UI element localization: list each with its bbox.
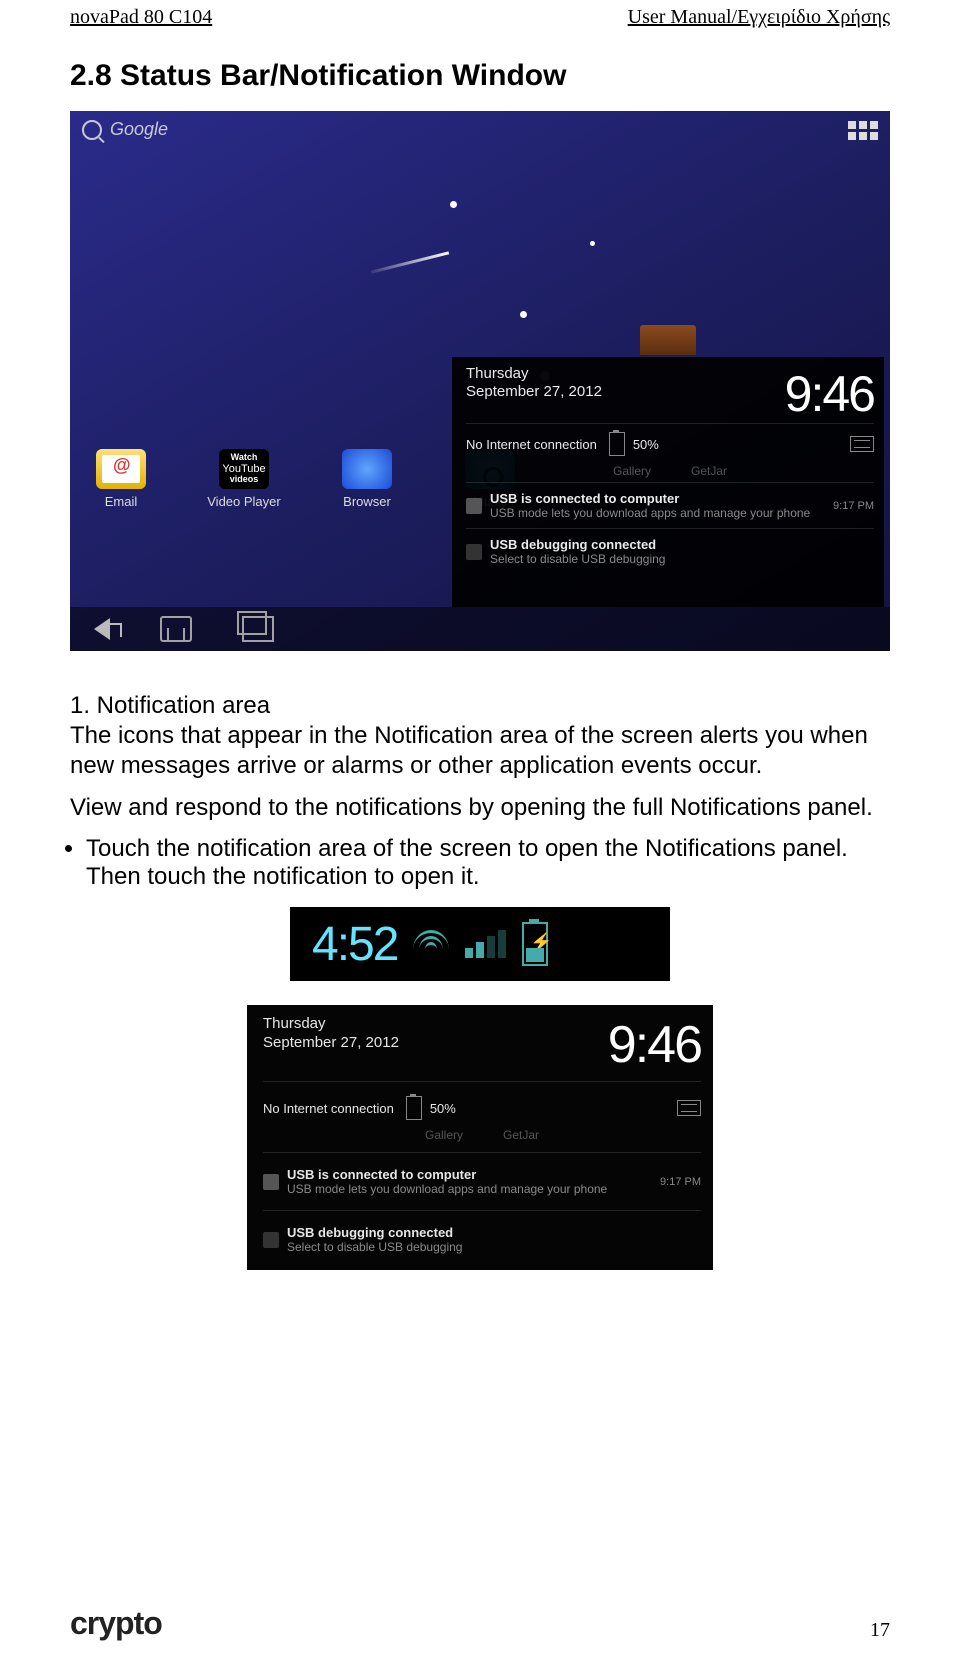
dock-browser[interactable]: Browser (328, 449, 406, 509)
panel3-clock: 9:46 (423, 1015, 701, 1075)
panel3-debug-title: USB debugging connected (287, 1225, 701, 1240)
search-bar[interactable]: Google (82, 119, 168, 140)
panel-row-debug[interactable]: USB debugging connected Select to disabl… (466, 528, 874, 574)
apps-grid-icon[interactable] (848, 121, 878, 140)
signal-icon (465, 930, 506, 958)
search-label: Google (110, 119, 168, 140)
panel3-row-connectivity[interactable]: No Internet connection 50% (263, 1088, 701, 1128)
para1-body: The icons that appear in the Notificatio… (70, 722, 868, 779)
panel3-usb-subtitle: USB mode lets you download apps and mana… (287, 1182, 652, 1196)
bullet-open-panel: Touch the notification area of the scree… (86, 835, 890, 891)
recent-apps-icon[interactable] (242, 616, 274, 642)
usb-icon (466, 498, 482, 514)
panel3-battery-pct: 50% (430, 1101, 456, 1116)
usb-icon (263, 1174, 279, 1190)
panel-row-connectivity[interactable]: No Internet connection 50% (466, 423, 874, 464)
brand-logo: crypto (70, 1605, 162, 1642)
panel3-usb-time: 9:17 PM (660, 1176, 701, 1188)
books-widget-icon (640, 325, 696, 355)
panel3-row-debug[interactable]: USB debugging connected Select to disabl… (263, 1217, 701, 1262)
usb-time: 9:17 PM (833, 500, 874, 512)
header-left: novaPad 80 C104 (70, 6, 212, 29)
statusbar-clock: 4:52 (312, 917, 397, 972)
panel3-debug-subtitle: Select to disable USB debugging (287, 1240, 701, 1254)
debug-subtitle: Select to disable USB debugging (490, 552, 874, 566)
usb-title: USB is connected to computer (490, 491, 825, 506)
section-title: 2.8 Status Bar/Notification Window (70, 59, 890, 93)
dock-label: Email (105, 494, 138, 509)
youtube-icon: Watch YouTube videos (219, 449, 269, 489)
panel-row-usb[interactable]: USB is connected to computer USB mode le… (466, 482, 874, 528)
debug-title: USB debugging connected (490, 537, 874, 552)
notification-panel[interactable]: Thursday September 27, 2012 9:46 No Inte… (452, 357, 884, 607)
header-right: User Manual/Εγχειρίδιο Χρήσης (628, 6, 890, 29)
screenshot-home-with-panel: Google Email Watch YouTube videos Video … (70, 111, 890, 651)
panel3-day: Thursday (263, 1015, 399, 1034)
screenshot-status-bar: 4:52 ⚡ (290, 907, 670, 981)
panel3-dock-ghost: Gallery GetJar (263, 1128, 701, 1146)
battery-icon (406, 1096, 422, 1120)
search-icon (82, 120, 102, 140)
dock-email[interactable]: Email (82, 449, 160, 509)
para1-label: 1. Notification area (70, 692, 270, 719)
email-icon (96, 449, 146, 489)
screenshot-notification-panel: Thursday September 27, 2012 9:46 No Inte… (247, 1005, 713, 1270)
settings-sliders-icon[interactable] (850, 436, 874, 452)
back-icon[interactable] (94, 618, 110, 640)
battery-pct: 50% (633, 437, 659, 452)
panel3-usb-title: USB is connected to computer (287, 1167, 652, 1182)
page-number: 17 (870, 1619, 890, 1642)
home-icon[interactable] (160, 616, 192, 642)
para2: View and respond to the notifications by… (70, 793, 890, 823)
page-header: novaPad 80 C104 User Manual/Εγχειρίδιο Χ… (0, 0, 960, 29)
usb-subtitle: USB mode lets you download apps and mana… (490, 506, 825, 520)
debug-icon (263, 1232, 279, 1248)
debug-icon (466, 544, 482, 560)
battery-charging-icon: ⚡ (522, 922, 548, 966)
page-footer: crypto 17 (70, 1605, 890, 1642)
panel3-row-usb[interactable]: USB is connected to computer USB mode le… (263, 1159, 701, 1204)
settings-sliders-icon[interactable] (677, 1100, 701, 1116)
no-internet-label: No Internet connection (466, 437, 597, 452)
panel-dock-ghost: Gallery GetJar (466, 464, 874, 482)
panel-date: September 27, 2012 (466, 383, 602, 401)
panel-day: Thursday (466, 365, 602, 383)
panel-clock: 9:46 (632, 365, 874, 423)
battery-icon (609, 432, 625, 456)
system-navbar (70, 607, 890, 651)
dock-label: Video Player (207, 494, 280, 509)
panel3-no-internet: No Internet connection (263, 1101, 394, 1116)
globe-icon (342, 449, 392, 489)
dock-label: Browser (343, 494, 391, 509)
dock-video-player[interactable]: Watch YouTube videos Video Player (205, 449, 283, 509)
wifi-icon (413, 930, 449, 958)
panel3-date: September 27, 2012 (263, 1034, 399, 1053)
